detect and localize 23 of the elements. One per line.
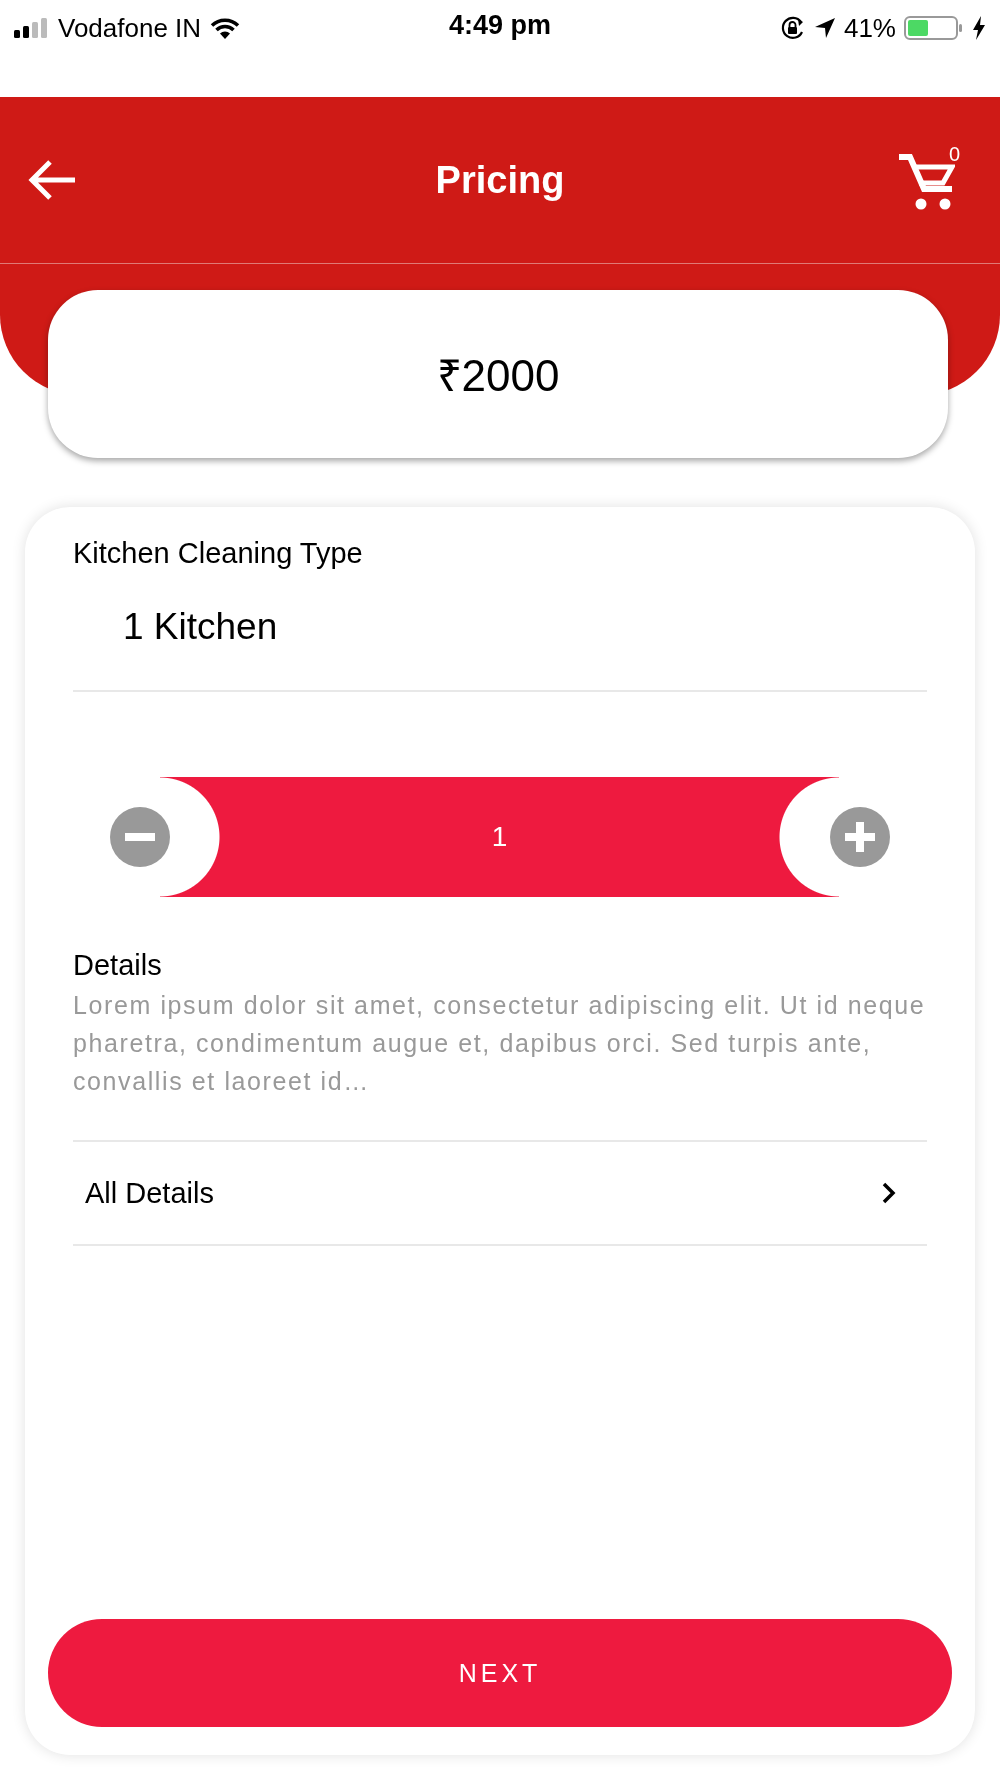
price-amount: ₹2000 [436,350,560,402]
page-title: Pricing [435,158,565,202]
minus-icon[interactable] [110,807,170,867]
details-title: Details [73,949,162,982]
clock-time: 4:49 pm [449,10,551,41]
rotation-lock-icon [779,16,806,40]
cart-count: 0 [948,143,960,166]
plus-icon[interactable] [830,807,890,867]
quantity-value: 1 [491,821,508,853]
service-label: Kitchen Cleaning Type [73,537,363,570]
carrier-name: Vodafone IN [58,12,202,44]
charging-bolt-icon [972,16,986,40]
signal-icon [14,18,50,38]
chevron-right-icon [881,1181,897,1205]
service-value: 1 Kitchen [123,606,278,648]
wifi-icon [209,17,242,39]
all-details-row[interactable]: All Details [73,1142,927,1244]
next-button[interactable]: NEXT [48,1619,952,1727]
details-text: Lorem ipsum dolor sit amet, consectetur adipiscing elit. Ut id neque pharetra, condimentum augue et, dapibus orci. Sed turpis ante, convallis et laoreet id… [73,990,927,1097]
battery-percent: 41% [843,12,896,44]
back-arrow-icon[interactable] [28,159,76,201]
battery-icon [904,16,964,40]
location-arrow-icon [813,17,836,39]
